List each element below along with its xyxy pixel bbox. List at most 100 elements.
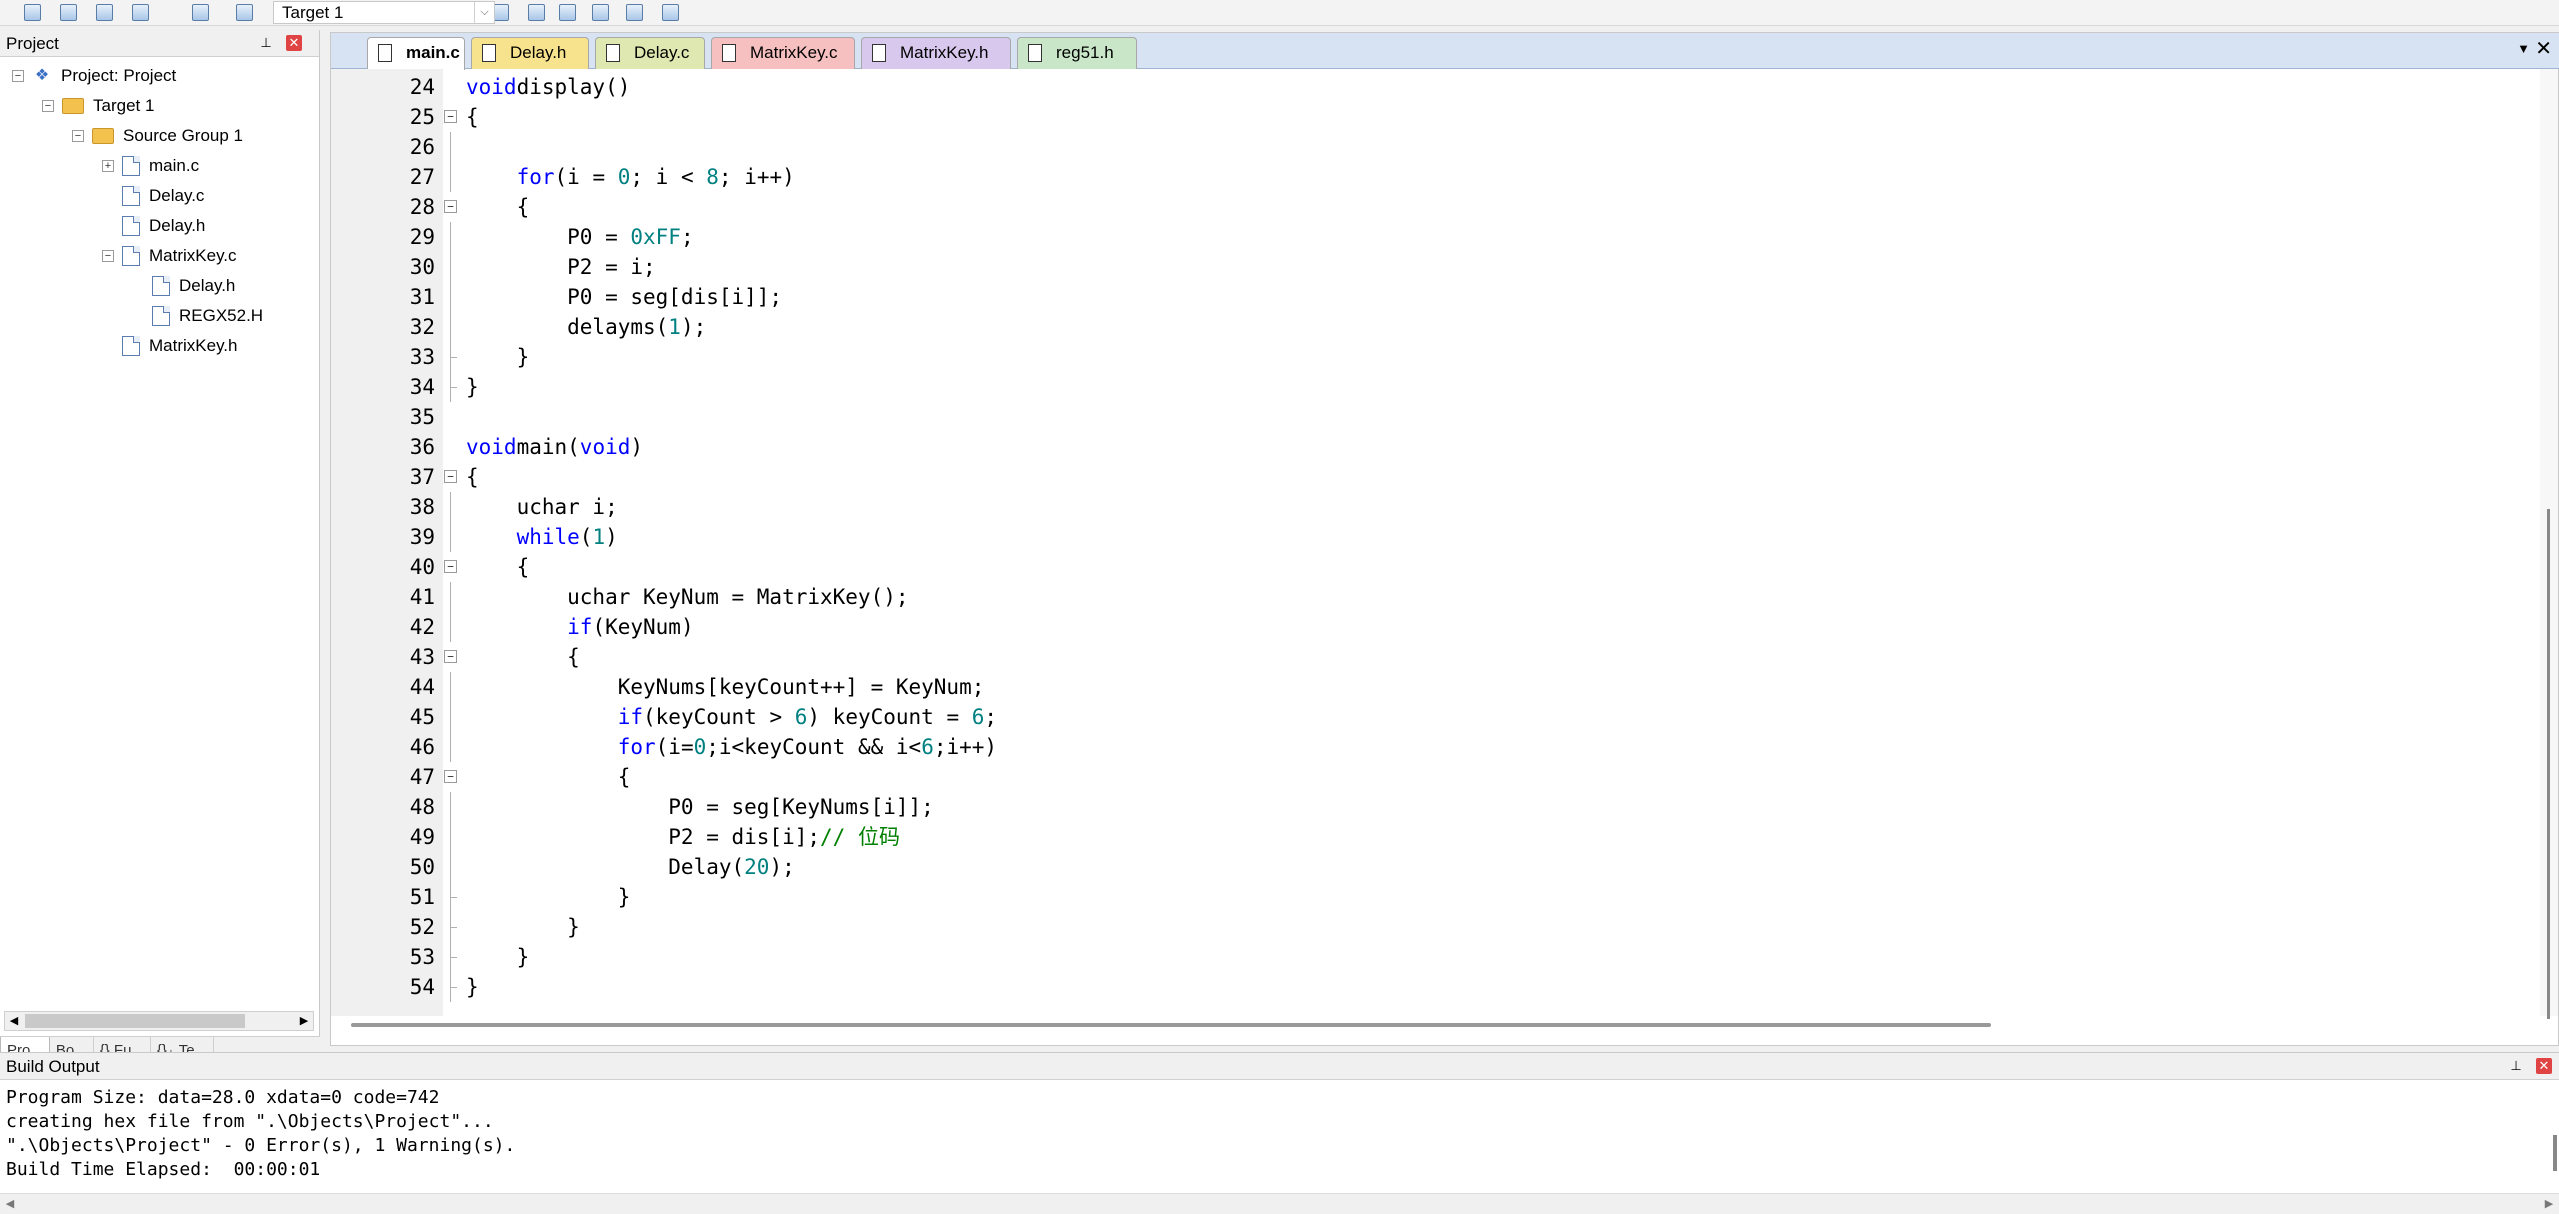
pack-installer-icon[interactable]	[555, 1, 579, 23]
tree-horizontal-scrollbar[interactable]: ◀ ▶	[4, 1011, 314, 1031]
translate-icon[interactable]	[188, 1, 212, 23]
editor-vertical-scrollbar[interactable]	[2540, 69, 2558, 1019]
editor-horizontal-scrollbar[interactable]	[351, 1023, 1991, 1027]
keyword-token: for	[516, 165, 555, 189]
line-number: 47	[409, 765, 435, 789]
line-number: 31	[409, 285, 435, 309]
pin-icon[interactable]: ⊥	[2508, 1058, 2524, 1074]
batch-build-icon[interactable]	[92, 1, 116, 23]
tree-item[interactable]: Delay.c	[102, 182, 204, 210]
line-number: 30	[409, 255, 435, 279]
scroll-right-icon[interactable]: ▶	[295, 1012, 313, 1030]
fold-collapse-icon[interactable]: −	[444, 110, 457, 123]
code-text: KeyNums[keyCount++] = KeyNum;	[466, 672, 985, 702]
tab-file[interactable]: Delay.h	[471, 37, 589, 69]
code-token: (i =	[554, 165, 618, 189]
code-text: }	[466, 342, 530, 372]
build-output-header: Build Output ⊥ ✕	[0, 1053, 2559, 1080]
collapse-icon[interactable]: −	[42, 100, 54, 112]
close-panel-button[interactable]: ✕	[2536, 1058, 2552, 1074]
number-token: 8	[706, 165, 719, 189]
fold-collapse-icon[interactable]: −	[444, 650, 457, 663]
file-icon	[872, 44, 886, 62]
scroll-left-icon[interactable]: ◀	[0, 1194, 20, 1214]
line-number: 27	[409, 165, 435, 189]
close-panel-button[interactable]: ✕	[286, 35, 302, 51]
tree-item[interactable]: Delay.h	[132, 272, 235, 300]
code-text: }	[466, 972, 479, 1002]
code-line: 36 voidmain(void)	[331, 432, 2541, 462]
folder-icon	[92, 128, 114, 144]
fold-collapse-icon[interactable]: −	[444, 560, 457, 573]
tree-item[interactable]: − MatrixKey.c	[102, 242, 237, 270]
code-text: P0 = seg[KeyNums[i]];	[466, 792, 934, 822]
code-area[interactable]: 24 voiddisplay() 25−{26 27 for(i = 0; i < 8…	[331, 69, 2541, 1016]
collapse-icon[interactable]: −	[12, 70, 24, 82]
line-number: 33	[409, 345, 435, 369]
scroll-left-icon[interactable]: ◀	[5, 1012, 23, 1030]
tab-file[interactable]: MatrixKey.c	[711, 37, 855, 69]
build-output-vertical-scrollbar[interactable]	[2553, 1135, 2557, 1171]
code-text: P0 = 0xFF;	[466, 222, 693, 252]
tree-item-label: MatrixKey.h	[149, 336, 238, 355]
tab-file[interactable]: MatrixKey.h	[861, 37, 1011, 69]
code-line: 37−{	[331, 462, 2541, 492]
fold-collapse-icon[interactable]: −	[444, 770, 457, 783]
code-line: 34}	[331, 372, 2541, 402]
scrollbar-thumb[interactable]	[25, 1014, 245, 1028]
code-token: {	[466, 555, 530, 579]
tree-item-label: main.c	[149, 156, 200, 175]
expand-icon[interactable]: +	[102, 160, 114, 172]
comment-token: // 位码	[820, 825, 900, 849]
line-number: 53	[409, 945, 435, 969]
tree-item[interactable]: MatrixKey.h	[102, 332, 238, 360]
stop-build-icon[interactable]	[232, 1, 256, 23]
fold-guide	[450, 822, 451, 852]
tree-item[interactable]: REGX52.H	[132, 302, 263, 330]
fold-guide	[450, 342, 457, 372]
code-text: for(i=0;i<keyCount && i<6;i++)	[466, 732, 997, 762]
pin-icon[interactable]: ⊥	[258, 35, 274, 51]
rebuild-icon[interactable]	[56, 1, 80, 23]
tab-list-dropdown-icon[interactable]: ▼	[2517, 41, 2530, 56]
fold-collapse-icon[interactable]: −	[444, 470, 457, 483]
line-number: 44	[409, 675, 435, 699]
manage-runtime-icon[interactable]	[622, 1, 646, 23]
code-line: 50 Delay(20);	[331, 852, 2541, 882]
build-output-horizontal-scrollbar[interactable]: ◀ ▶	[0, 1193, 2559, 1213]
tree-item[interactable]: − Source Group 1	[72, 122, 243, 150]
code-text: }	[466, 882, 631, 912]
code-text: {	[466, 762, 631, 792]
tree-item[interactable]: + main.c	[102, 152, 199, 180]
scroll-right-icon[interactable]: ▶	[2539, 1194, 2559, 1214]
tab-file[interactable]: Delay.c	[595, 37, 705, 69]
tree-item[interactable]: Delay.h	[102, 212, 205, 240]
tab-label: Delay.c	[634, 43, 690, 62]
chevron-down-icon[interactable]: ⌵	[474, 2, 494, 23]
fold-collapse-icon[interactable]: −	[444, 200, 457, 213]
code-token: (i=	[655, 735, 694, 759]
code-text: P2 = i;	[466, 252, 656, 282]
line-number: 46	[409, 735, 435, 759]
tab-file[interactable]: reg51.h	[1017, 37, 1137, 69]
file-icon	[482, 44, 496, 62]
target-select[interactable]: Target 1 ⌵	[273, 1, 495, 24]
load-icon[interactable]	[128, 1, 152, 23]
build-icon[interactable]	[20, 1, 44, 23]
components-icon[interactable]	[588, 1, 612, 23]
line-number: 54	[409, 975, 435, 999]
tree-item[interactable]: − Target 1	[42, 92, 154, 120]
select-packs-icon[interactable]	[658, 1, 682, 23]
close-tab-button[interactable]: ✕	[2535, 38, 2552, 60]
fold-guide	[450, 132, 451, 162]
line-number: 34	[409, 375, 435, 399]
scrollbar-thumb[interactable]	[2547, 509, 2550, 1019]
code-line: 27 for(i = 0; i < 8; i++)	[331, 162, 2541, 192]
collapse-icon[interactable]: −	[72, 130, 84, 142]
collapse-icon[interactable]: −	[102, 250, 114, 262]
tab-file[interactable]: main.c	[367, 37, 465, 70]
manage-icon[interactable]	[524, 1, 548, 23]
file-icon	[378, 44, 392, 62]
code-line: 24 voiddisplay()	[331, 72, 2541, 102]
tree-item[interactable]: − ❖ Project: Project	[12, 62, 176, 90]
